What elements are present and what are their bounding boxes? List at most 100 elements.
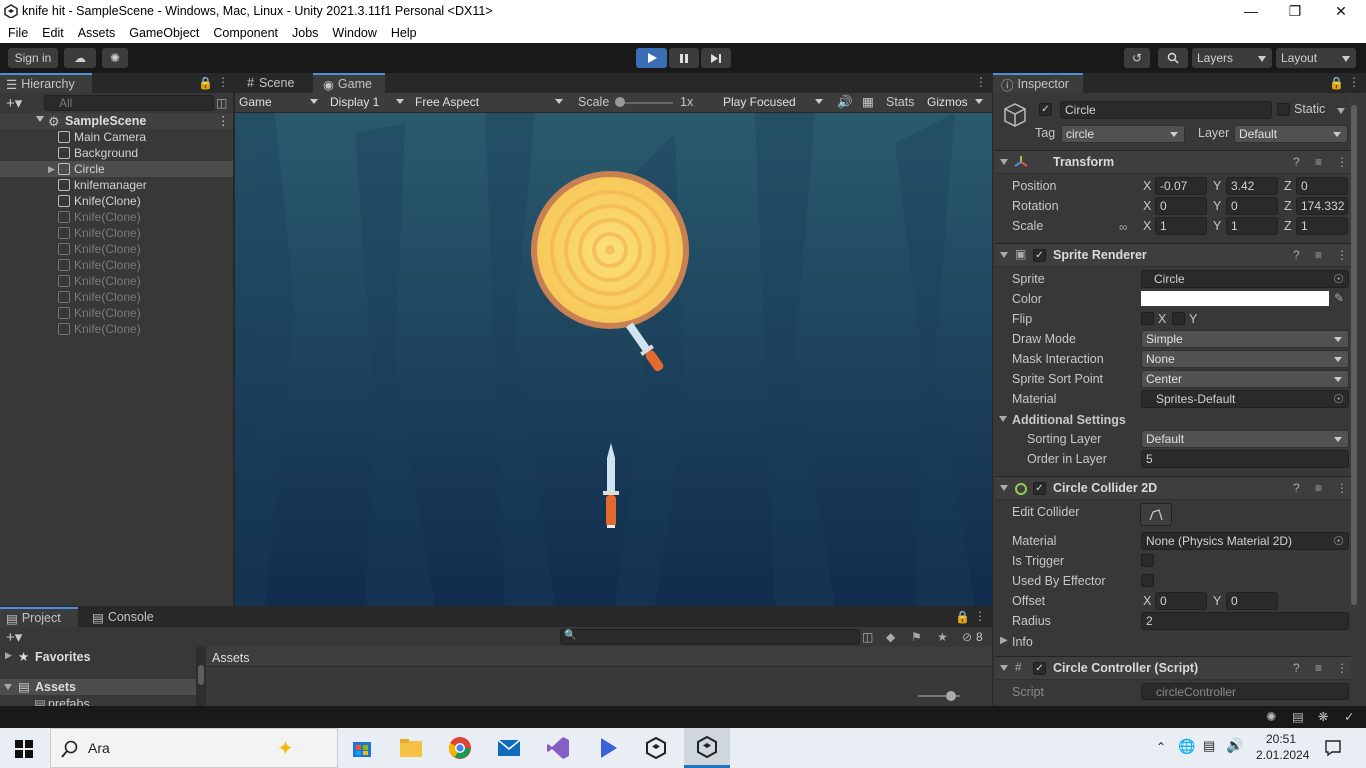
- display-dropdown[interactable]: Display 1: [326, 93, 410, 111]
- assets-row[interactable]: ▤ Assets: [0, 679, 196, 695]
- clock-time[interactable]: 20:51: [1266, 732, 1296, 746]
- label-tag-icon[interactable]: ⚑: [911, 630, 922, 644]
- taskbar-search-box[interactable]: Ara ✦: [50, 728, 338, 768]
- cache-server-icon[interactable]: ▤: [1292, 709, 1304, 724]
- menu-jobs[interactable]: Jobs: [292, 26, 318, 40]
- visual-studio-icon[interactable]: [541, 732, 575, 764]
- add-object-button[interactable]: +▾: [6, 94, 22, 112]
- sign-in-button[interactable]: Sign in: [8, 48, 58, 68]
- aspect-dropdown[interactable]: Free Aspect: [411, 93, 569, 111]
- chevron-up-icon[interactable]: ⌃: [1156, 740, 1166, 754]
- expand-arrow-icon[interactable]: ▶: [5, 650, 12, 661]
- search-filter-icon[interactable]: ◫: [216, 96, 227, 110]
- scl-x-field[interactable]: 1: [1155, 217, 1207, 235]
- sorting-layer-dropdown[interactable]: Default: [1141, 430, 1349, 448]
- inspector-menu-icon[interactable]: ⋮: [1348, 75, 1360, 89]
- hierarchy-item[interactable]: Knife(Clone): [0, 225, 233, 241]
- rot-y-field[interactable]: 0: [1226, 197, 1278, 215]
- preset-icon[interactable]: ≡: [1315, 155, 1322, 169]
- scl-z-field[interactable]: 1: [1296, 217, 1348, 235]
- scale-slider-handle[interactable]: [615, 97, 625, 107]
- debug-mode-icon[interactable]: ❋: [1318, 709, 1328, 724]
- tag-dropdown[interactable]: circle: [1061, 125, 1185, 143]
- icon-size-slider-handle[interactable]: [946, 691, 956, 701]
- collapse-arrow-icon[interactable]: [1000, 252, 1008, 258]
- axis-x-label[interactable]: X: [1143, 199, 1151, 213]
- kebab-menu-icon[interactable]: ⋮: [217, 75, 229, 89]
- help-icon[interactable]: ?: [1293, 248, 1300, 262]
- static-dropdown-arrow[interactable]: [1337, 108, 1345, 114]
- tab-console[interactable]: ▤ Console: [82, 607, 162, 627]
- object-picker-icon[interactable]: ☉: [1333, 534, 1344, 548]
- cloud-icon[interactable]: ☁: [64, 48, 96, 68]
- hierarchy-item[interactable]: ▶ Circle: [0, 161, 233, 177]
- clipchamp-icon[interactable]: [590, 732, 624, 764]
- sort-point-dropdown[interactable]: Center: [1141, 370, 1349, 388]
- pos-y-field[interactable]: 3.42: [1226, 177, 1278, 195]
- scene-row[interactable]: ⚙ SampleScene ⋮: [0, 113, 233, 129]
- expand-arrow-icon[interactable]: ▶: [48, 164, 58, 175]
- menu-file[interactable]: File: [8, 26, 28, 40]
- create-asset-button[interactable]: +▾: [6, 628, 22, 646]
- axis-y-label[interactable]: Y: [1213, 199, 1221, 213]
- pos-z-field[interactable]: 0: [1296, 177, 1348, 195]
- axis-y-label[interactable]: Y: [1213, 179, 1221, 193]
- is-trigger-checkbox[interactable]: [1141, 554, 1154, 567]
- help-icon[interactable]: ?: [1293, 481, 1300, 495]
- collab-icon[interactable]: ✺: [102, 48, 128, 68]
- axis-x-label[interactable]: X: [1143, 219, 1151, 233]
- file-explorer-icon[interactable]: [394, 732, 428, 764]
- menu-edit[interactable]: Edit: [42, 26, 64, 40]
- axis-z-label[interactable]: Z: [1284, 179, 1292, 193]
- hidden-packages-icon[interactable]: ⊘: [962, 630, 972, 644]
- chrome-icon[interactable]: [443, 732, 477, 764]
- collapse-arrow-icon[interactable]: [1000, 485, 1008, 491]
- clock-date[interactable]: 2.01.2024: [1256, 748, 1309, 762]
- help-icon[interactable]: ?: [1293, 155, 1300, 169]
- flip-y-checkbox[interactable]: [1172, 312, 1185, 325]
- offset-y-field[interactable]: 0: [1226, 592, 1278, 610]
- scene-menu-icon[interactable]: ⋮: [217, 113, 230, 128]
- shortcuts-icon[interactable]: ▦: [862, 94, 874, 109]
- additional-settings-arrow-icon[interactable]: [999, 416, 1007, 422]
- draw-mode-dropdown[interactable]: Simple: [1141, 330, 1349, 348]
- close-button[interactable]: ✕: [1318, 0, 1364, 22]
- menu-assets[interactable]: Assets: [78, 26, 116, 40]
- rot-z-field[interactable]: 174.332: [1296, 197, 1348, 215]
- hierarchy-item[interactable]: knifemanager: [0, 177, 233, 193]
- minimize-button[interactable]: —: [1228, 0, 1274, 22]
- hierarchy-item[interactable]: Knife(Clone): [0, 193, 233, 209]
- inspector-lock-icon[interactable]: 🔒: [1329, 76, 1344, 90]
- lock-icon[interactable]: 🔒: [198, 76, 213, 90]
- view-menu-icon[interactable]: ⋮: [975, 75, 987, 89]
- collapse-arrow-icon[interactable]: [1000, 159, 1008, 165]
- preset-icon[interactable]: ≡: [1315, 481, 1322, 495]
- object-picker-icon[interactable]: ☉: [1333, 272, 1344, 286]
- scale-slider[interactable]: [617, 102, 673, 104]
- info-expand-arrow-icon[interactable]: ▶: [1000, 635, 1008, 646]
- eyedropper-icon[interactable]: ✎: [1334, 291, 1344, 305]
- used-by-effector-checkbox[interactable]: [1141, 574, 1154, 587]
- favorite-star-icon[interactable]: ★: [937, 630, 948, 644]
- tab-scene[interactable]: # Scene: [237, 73, 309, 93]
- script-enabled-checkbox[interactable]: ✓: [1033, 662, 1046, 675]
- radius-field[interactable]: 2: [1141, 612, 1349, 630]
- hierarchy-item[interactable]: Knife(Clone): [0, 257, 233, 273]
- tab-hierarchy[interactable]: ☰ Hierarchy: [0, 73, 92, 93]
- project-lock-icon[interactable]: 🔒: [955, 610, 970, 624]
- axis-x-label[interactable]: X: [1143, 179, 1151, 193]
- sprite-renderer-header[interactable]: ▣ ✓ Sprite Renderer ? ≡ ⋮: [995, 243, 1351, 267]
- preset-icon[interactable]: ≡: [1315, 248, 1322, 262]
- layout-dropdown[interactable]: Layout: [1276, 48, 1356, 68]
- hierarchy-item[interactable]: Knife(Clone): [0, 305, 233, 321]
- order-in-layer-field[interactable]: 5: [1141, 450, 1349, 468]
- hierarchy-item[interactable]: Knife(Clone): [0, 321, 233, 337]
- history-icon[interactable]: ↺: [1124, 48, 1150, 68]
- script-field[interactable]: circleController: [1141, 683, 1349, 700]
- hierarchy-item[interactable]: Background: [0, 145, 233, 161]
- hierarchy-search-input[interactable]: All: [44, 95, 214, 111]
- material-field[interactable]: Sprites-Default ☉: [1141, 390, 1349, 408]
- collapse-arrow-icon[interactable]: [1000, 665, 1008, 671]
- play-button[interactable]: [636, 48, 667, 68]
- hierarchy-item[interactable]: Knife(Clone): [0, 241, 233, 257]
